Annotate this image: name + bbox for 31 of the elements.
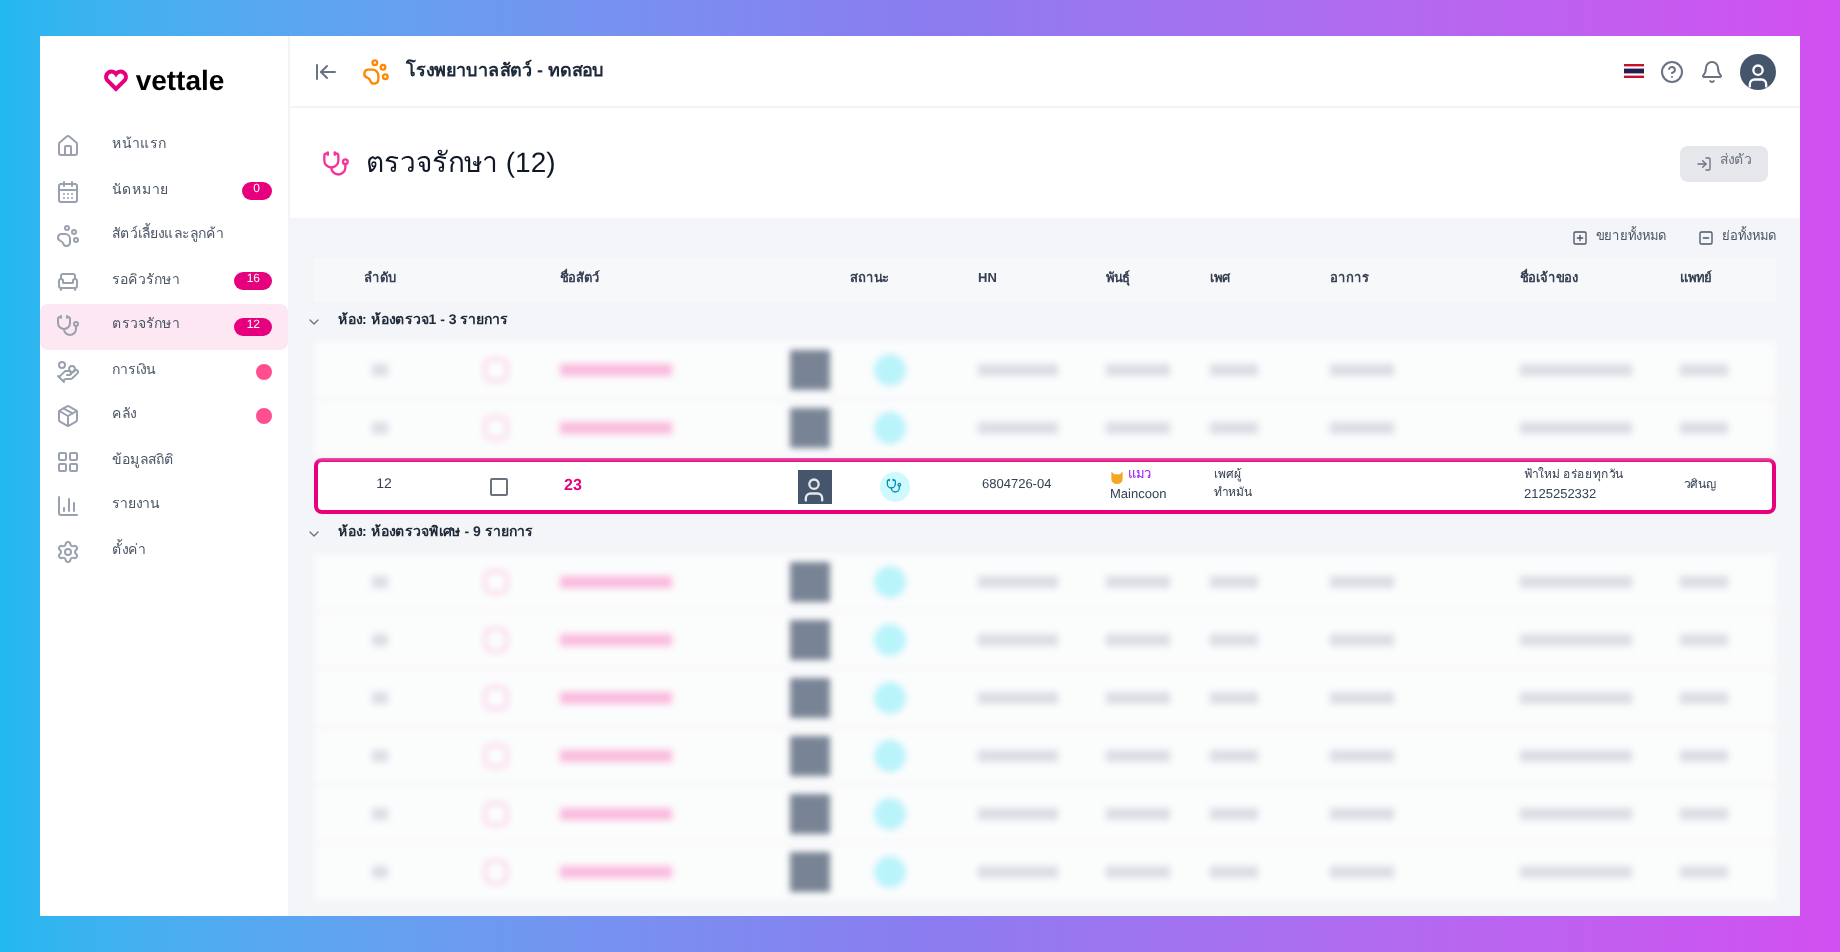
help-icon[interactable]	[1660, 59, 1684, 83]
sofa-icon	[56, 269, 80, 294]
coins-hand-icon	[56, 359, 80, 384]
bar-chart-icon	[56, 494, 80, 519]
clinic-name: โรงพยาบาลสัตว์ - ทดสอบ	[406, 57, 604, 84]
paw-icon	[362, 57, 390, 85]
user-avatar[interactable]	[1740, 53, 1776, 89]
row-checkbox[interactable]	[490, 477, 508, 495]
collapse-icon	[1698, 230, 1714, 246]
stethoscope-status-icon	[879, 471, 909, 501]
page-title: ตรวจรักษา (12)	[366, 144, 556, 182]
stethoscope-icon	[56, 314, 80, 339]
cat-face-icon	[1110, 469, 1124, 484]
paw-icon	[56, 224, 80, 249]
stethoscope-icon	[322, 149, 350, 177]
chevron-icon[interactable]	[306, 314, 322, 330]
logo-text: vettale	[135, 61, 225, 99]
home-icon	[56, 134, 80, 159]
heart-logo-icon	[103, 68, 128, 92]
notification-bell-icon[interactable]	[1700, 59, 1724, 83]
chevron-icon[interactable]	[306, 526, 322, 542]
pet-name-link[interactable]: 23	[564, 474, 774, 498]
expand-icon	[1572, 230, 1588, 246]
settings-icon	[56, 539, 80, 564]
thai-flag-icon[interactable]	[1624, 64, 1644, 78]
pet-photo-placeholder	[797, 469, 831, 503]
collapse-sidebar-icon[interactable]	[314, 59, 338, 83]
calendar-icon	[56, 179, 80, 204]
box-icon	[56, 404, 80, 429]
login-arrow-icon	[1696, 155, 1712, 171]
grid-icon	[56, 449, 80, 474]
